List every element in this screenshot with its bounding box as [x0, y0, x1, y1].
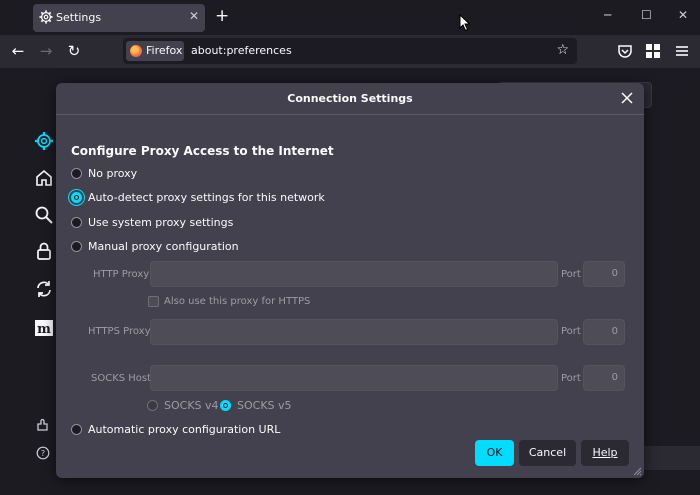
extensions-themes-icon[interactable] — [36, 418, 50, 432]
radio-label: Automatic proxy configuration URL — [88, 423, 281, 436]
dialog-title: Connection Settings — [287, 92, 413, 105]
tab-close-icon[interactable]: ✕ — [189, 9, 199, 23]
more-from-mozilla-icon[interactable]: m — [34, 318, 54, 338]
forward-button[interactable]: → — [37, 42, 55, 60]
http-proxy-label: HTTP Proxy — [93, 269, 150, 280]
socks-host-label: SOCKS Host — [91, 373, 152, 384]
new-tab-button[interactable]: + — [215, 6, 229, 26]
pocket-icon[interactable] — [617, 43, 633, 59]
radio-label: Auto-detect proxy settings for this netw… — [88, 191, 325, 204]
resize-grip-icon[interactable] — [632, 466, 642, 476]
socks-port-label: Port — [561, 373, 581, 384]
https-proxy-input[interactable] — [150, 319, 558, 345]
radio-button[interactable] — [147, 400, 158, 411]
firefox-logo-icon — [130, 45, 142, 57]
radio-button[interactable] — [71, 192, 82, 203]
dialog-header: Connection Settings — [56, 83, 644, 115]
cancel-button[interactable]: Cancel — [519, 440, 576, 466]
extensions-icon[interactable] — [645, 43, 661, 59]
bookmark-star-icon[interactable]: ☆ — [556, 42, 569, 58]
section-title: Configure Proxy Access to the Internet — [71, 144, 334, 158]
ok-button[interactable]: OK — [475, 440, 514, 466]
radio-label: SOCKS v5 — [237, 399, 292, 412]
radio-label: No proxy — [88, 167, 138, 180]
sync-icon[interactable] — [34, 279, 54, 299]
radio-label: SOCKS v4 — [164, 399, 219, 412]
radio-button[interactable] — [71, 241, 82, 252]
identity-label: Firefox — [146, 44, 183, 57]
home-icon[interactable] — [34, 168, 54, 188]
svg-text:m: m — [37, 322, 51, 337]
https-port-input[interactable]: 0 — [583, 319, 625, 345]
help-button[interactable]: Help — [581, 440, 629, 466]
radio-button[interactable] — [71, 168, 82, 179]
help-icon[interactable]: ? — [36, 446, 50, 460]
http-port-label: Port — [561, 269, 581, 280]
tab-strip: Settings ✕ + ─ ☐ ✕ — [0, 0, 700, 35]
radio-label: Use system proxy settings — [88, 216, 234, 229]
connection-settings-dialog: Connection Settings Configure Proxy Acce… — [56, 83, 644, 478]
url-bar[interactable]: Firefox about:preferences ☆ — [123, 38, 577, 64]
window-close-button[interactable]: ✕ — [678, 8, 688, 22]
radio-button[interactable] — [71, 424, 82, 435]
lock-icon[interactable] — [34, 241, 54, 261]
https-port-label: Port — [561, 326, 581, 337]
http-proxy-input[interactable] — [150, 261, 558, 287]
url-text[interactable]: about:preferences — [191, 44, 292, 57]
http-port-input[interactable]: 0 — [583, 261, 625, 287]
tab-settings[interactable]: Settings ✕ — [33, 4, 205, 32]
navigation-toolbar: ← → ↻ Firefox about:preferences ☆ — [0, 35, 700, 68]
gear-icon[interactable] — [34, 131, 54, 151]
gear-icon — [39, 10, 53, 24]
socks-host-input[interactable] — [150, 365, 558, 391]
identity-box[interactable]: Firefox — [126, 41, 184, 61]
mouse-cursor-icon — [459, 14, 471, 32]
menu-icon[interactable] — [674, 43, 690, 59]
page-button — [644, 446, 700, 470]
minimize-button[interactable]: ─ — [604, 8, 611, 22]
maximize-button[interactable]: ☐ — [641, 8, 652, 22]
reload-button[interactable]: ↻ — [65, 42, 83, 60]
radio-label: Manual proxy configuration — [88, 240, 239, 253]
radio-button[interactable] — [71, 217, 82, 228]
back-button[interactable]: ← — [9, 42, 27, 60]
search-icon[interactable] — [34, 205, 54, 225]
svg-text:?: ? — [41, 449, 45, 458]
socks-port-input[interactable]: 0 — [583, 365, 625, 391]
tab-title: Settings — [56, 11, 102, 24]
also-https-checkbox[interactable] — [148, 296, 159, 307]
radio-button[interactable] — [220, 400, 231, 411]
close-icon[interactable] — [619, 90, 635, 106]
also-https-label: Also use this proxy for HTTPS — [164, 296, 311, 307]
https-proxy-label: HTTPS Proxy — [88, 326, 151, 337]
